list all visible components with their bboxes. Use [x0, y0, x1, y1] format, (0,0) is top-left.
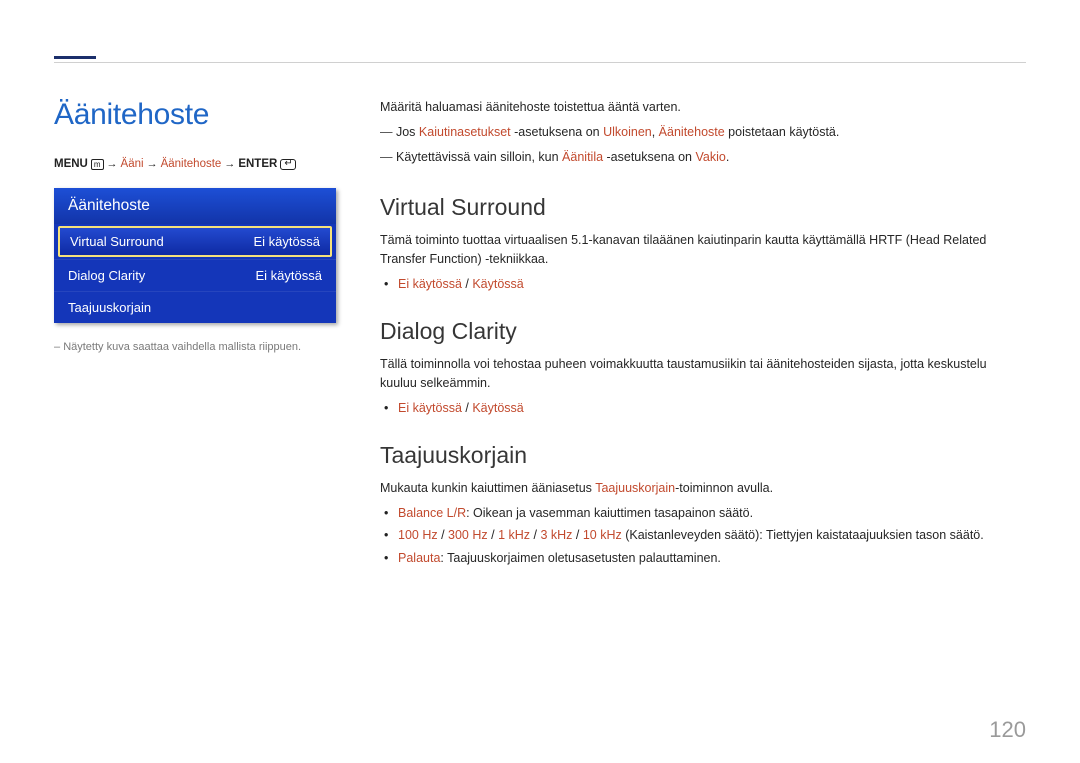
- breadcrumb-enter-label: ENTER: [238, 158, 277, 170]
- breadcrumb-item-aani: Ääni: [121, 158, 144, 170]
- option-dialog-clarity: Ei käytössä / Käytössä: [398, 399, 1026, 418]
- breadcrumb: MENU m → Ääni → Äänitehoste → ENTER: [54, 158, 356, 170]
- page-content: Äänitehoste MENU m → Ääni → Äänitehoste …: [54, 98, 1026, 571]
- section-title-taajuuskorjain: Taajuuskorjain: [380, 442, 1026, 469]
- menu-header: Äänitehoste: [54, 188, 336, 224]
- menu-item-value: Ei käytössä: [256, 268, 322, 283]
- page-number: 120: [989, 717, 1026, 743]
- enter-icon: [280, 159, 296, 170]
- menu-icon: m: [91, 159, 104, 170]
- page-title: Äänitehoste: [54, 98, 356, 132]
- option-virtual-surround: Ei käytössä / Käytössä: [398, 275, 1026, 294]
- left-column: Äänitehoste MENU m → Ääni → Äänitehoste …: [54, 98, 380, 571]
- chevron-right-icon: →: [224, 158, 235, 170]
- note-speaker-settings: Jos Kaiutinasetukset -asetuksena on Ulko…: [380, 123, 1026, 142]
- section-desc-virtual-surround: Tämä toiminto tuottaa virtuaalisen 5.1-k…: [380, 231, 1026, 269]
- section-desc-dialog-clarity: Tällä toiminnolla voi tehostaa puheen vo…: [380, 355, 1026, 393]
- chevron-right-icon: →: [147, 158, 158, 170]
- breadcrumb-menu-label: MENU: [54, 158, 88, 170]
- right-column: Määritä haluamasi äänitehoste toistettua…: [380, 98, 1026, 571]
- menu-item-taajuuskorjain[interactable]: Taajuuskorjain: [54, 291, 336, 323]
- menu-item-label: Taajuuskorjain: [68, 300, 151, 315]
- menu-item-label: Virtual Surround: [70, 234, 164, 249]
- top-accent-bar: [54, 56, 96, 59]
- menu-item-value: Ei käytössä: [254, 234, 320, 249]
- section-title-dialog-clarity: Dialog Clarity: [380, 318, 1026, 345]
- note-sound-mode: Käytettävissä vain silloin, kun Äänitila…: [380, 148, 1026, 167]
- menu-item-dialog-clarity[interactable]: Dialog Clarity Ei käytössä: [54, 259, 336, 291]
- chevron-right-icon: →: [107, 158, 118, 170]
- top-divider: [54, 62, 1026, 63]
- eq-balance: Balance L/R: Oikean ja vasemman kaiuttim…: [398, 504, 1026, 523]
- settings-menu-widget: Äänitehoste Virtual Surround Ei käytössä…: [54, 188, 336, 323]
- section-title-virtual-surround: Virtual Surround: [380, 194, 1026, 221]
- intro-text: Määritä haluamasi äänitehoste toistettua…: [380, 98, 1026, 117]
- breadcrumb-item-aanitehoste: Äänitehoste: [161, 158, 222, 170]
- eq-reset: Palauta: Taajuuskorjaimen oletusasetuste…: [398, 549, 1026, 568]
- menu-item-label: Dialog Clarity: [68, 268, 145, 283]
- menu-item-virtual-surround[interactable]: Virtual Surround Ei käytössä: [58, 226, 332, 257]
- footnote-image-variance: Näytetty kuva saattaa vaihdella mallista…: [54, 339, 356, 356]
- eq-bands: 100 Hz / 300 Hz / 1 kHz / 3 kHz / 10 kHz…: [398, 526, 1026, 545]
- section-desc-taajuuskorjain: Mukauta kunkin kaiuttimen ääniasetus Taa…: [380, 479, 1026, 498]
